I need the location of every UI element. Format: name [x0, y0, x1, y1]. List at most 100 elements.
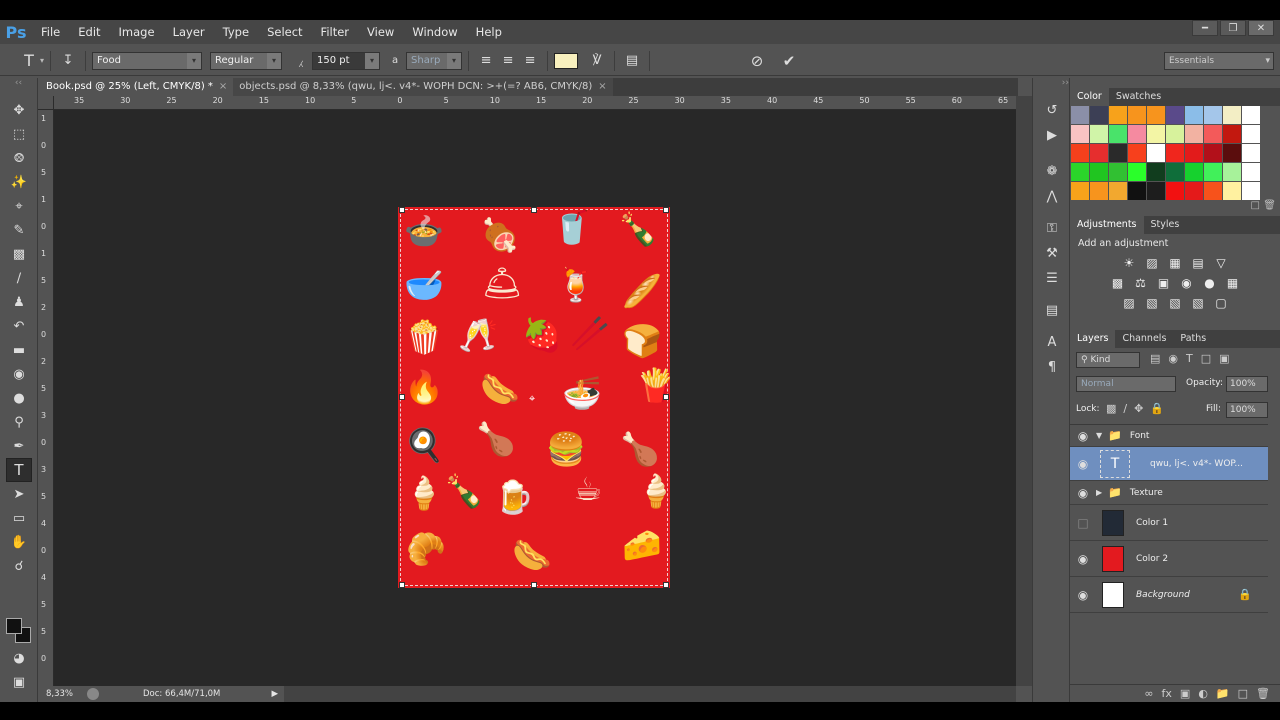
color-picker[interactable]	[6, 618, 34, 644]
move-tool-icon[interactable]: ✥	[6, 98, 32, 122]
lock-icons[interactable]: ▩∕✥🔒	[1106, 402, 1171, 415]
adjustment-layer-icon[interactable]: ◐	[1198, 687, 1208, 700]
quick-mask-icon[interactable]: ◕	[6, 646, 32, 670]
transform-handle[interactable]	[399, 394, 405, 400]
swatch[interactable]	[1242, 125, 1260, 143]
swatch[interactable]	[1223, 182, 1241, 200]
type-tool-preset-icon[interactable]: T	[18, 50, 40, 72]
swatch[interactable]	[1071, 163, 1089, 181]
swatch[interactable]	[1166, 182, 1184, 200]
transform-handle[interactable]	[663, 394, 669, 400]
fill-field[interactable]: 100%	[1226, 402, 1268, 418]
vertical-ruler[interactable]: 105101520253035404550	[38, 110, 54, 686]
brightness-icon[interactable]: ☀	[1120, 256, 1138, 270]
swatch[interactable]	[1090, 144, 1108, 162]
delete-swatch-icon[interactable]: 🗑	[1263, 200, 1276, 211]
levels-icon[interactable]: ▨	[1143, 256, 1161, 270]
brush-tool-icon[interactable]: ∕	[6, 266, 32, 290]
cancel-icon[interactable]: ⊘	[746, 50, 768, 72]
new-layer-icon[interactable]: □	[1238, 687, 1248, 700]
swatch[interactable]	[1109, 144, 1127, 162]
brush-presets-icon[interactable]: ❁	[1040, 160, 1064, 182]
channel-mixer-icon[interactable]: ●	[1201, 276, 1219, 290]
status-info-icon[interactable]	[87, 688, 100, 700]
mask-icon[interactable]: ▣	[1180, 687, 1190, 700]
invert-icon[interactable]: ▨	[1120, 296, 1138, 310]
tab-paths[interactable]: Paths	[1173, 330, 1213, 348]
swatch[interactable]	[1071, 125, 1089, 143]
zoom-tool-icon[interactable]: ☌	[6, 554, 32, 578]
tab-styles[interactable]: Styles	[1144, 216, 1187, 234]
tab-channels[interactable]: Channels	[1115, 330, 1173, 348]
layer-row-font[interactable]: ◉ ▼ 📁 Font	[1070, 425, 1268, 447]
swatch[interactable]	[1109, 125, 1127, 143]
swatch[interactable]	[1185, 182, 1203, 200]
text-color-swatch[interactable]	[554, 52, 579, 69]
swatch[interactable]	[1109, 106, 1127, 124]
hue-saturation-icon[interactable]: ▩	[1109, 276, 1127, 290]
swatch[interactable]	[1071, 144, 1089, 162]
swatch[interactable]	[1223, 144, 1241, 162]
clone-source-icon[interactable]: ⚿	[1040, 217, 1064, 239]
document-canvas[interactable]: 🍲 🍖 🥤 🍾 🥣 🛎 🍹 🥖 🍿 🥂 🍓 🥢 🍞 🔥 🌭 🍜 🍟 🍳 🍗 🍔 …	[398, 207, 670, 588]
swatch[interactable]	[1223, 125, 1241, 143]
font-family-select[interactable]: Food ▾	[92, 51, 203, 70]
exposure-icon[interactable]: ▤	[1189, 256, 1207, 270]
gradient-map-icon[interactable]: ▧	[1189, 296, 1207, 310]
layer-filter-kind-select[interactable]: ⚲ Kind	[1076, 352, 1140, 368]
shape-tool-icon[interactable]: ▭	[6, 506, 32, 530]
transform-handle[interactable]	[663, 207, 669, 213]
swatch[interactable]	[1185, 144, 1203, 162]
swatch[interactable]	[1147, 163, 1165, 181]
swatch[interactable]	[1109, 163, 1127, 181]
swatch[interactable]	[1166, 106, 1184, 124]
swatch[interactable]	[1128, 106, 1146, 124]
history-icon[interactable]: ↺	[1040, 99, 1064, 121]
swatch[interactable]	[1185, 125, 1203, 143]
eye-icon[interactable]: ◉	[1070, 588, 1096, 602]
swatch[interactable]	[1204, 144, 1222, 162]
eye-icon[interactable]: ◉	[1070, 486, 1096, 500]
swatch[interactable]	[1204, 125, 1222, 143]
restore-button[interactable]: ❐	[1220, 20, 1246, 36]
swatch[interactable]	[1090, 182, 1108, 200]
pen-tool-icon[interactable]: ✒	[6, 434, 32, 458]
menu-window[interactable]: Window	[403, 20, 466, 44]
crop-tool-icon[interactable]: ⌖	[6, 194, 32, 218]
new-group-icon[interactable]: 📁	[1216, 687, 1230, 700]
photo-filter-icon[interactable]: ◉	[1178, 276, 1196, 290]
chevron-down-icon[interactable]: ▼	[1096, 431, 1102, 440]
swatch[interactable]	[1166, 163, 1184, 181]
opacity-field[interactable]: 100%	[1226, 376, 1268, 392]
horizontal-ruler[interactable]: 35 30 25 20 15 10 5 0 5 10 15 20 25 30 35 40 45 50 55 60 65	[54, 96, 1016, 110]
selective-color-icon[interactable]: ▢	[1212, 296, 1230, 310]
curves-icon[interactable]: ▦	[1166, 256, 1184, 270]
swatch[interactable]	[1147, 106, 1165, 124]
clone-stamp-tool-icon[interactable]: ♟	[6, 290, 32, 314]
character-icon[interactable]: A	[1040, 331, 1064, 353]
new-swatch-icon[interactable]: □	[1251, 200, 1260, 211]
layer-row-color2[interactable]: ◉ Color 2	[1070, 541, 1268, 577]
tab-color[interactable]: Color	[1070, 88, 1109, 106]
color-lookup-icon[interactable]: ▦	[1224, 276, 1242, 290]
swatch[interactable]	[1242, 163, 1260, 181]
tab-objects[interactable]: objects.psd @ 8,33% (qwu, lj<. v4*- WOPH…	[233, 78, 613, 96]
color-balance-icon[interactable]: ⚖	[1132, 276, 1150, 290]
swatch[interactable]	[1090, 163, 1108, 181]
orientation-toggle-icon[interactable]: ↧	[57, 50, 79, 72]
swatch[interactable]	[1204, 106, 1222, 124]
magic-wand-tool-icon[interactable]: ✨	[6, 170, 32, 194]
swatch[interactable]	[1128, 125, 1146, 143]
notes-icon[interactable]: ▤	[1040, 299, 1064, 321]
vertical-scrollbar[interactable]	[1016, 96, 1032, 686]
layer-row-background[interactable]: ◉ Background 🔒	[1070, 577, 1268, 613]
hand-tool-icon[interactable]: ✋	[6, 530, 32, 554]
menu-image[interactable]: Image	[110, 20, 164, 44]
swatch[interactable]	[1166, 144, 1184, 162]
swatch[interactable]	[1090, 125, 1108, 143]
align-center-icon[interactable]: ≡	[497, 50, 519, 72]
transform-handle[interactable]	[531, 207, 537, 213]
menu-select[interactable]: Select	[258, 20, 311, 44]
swatch[interactable]	[1147, 182, 1165, 200]
lasso-tool-icon[interactable]: ⨷	[6, 146, 32, 170]
